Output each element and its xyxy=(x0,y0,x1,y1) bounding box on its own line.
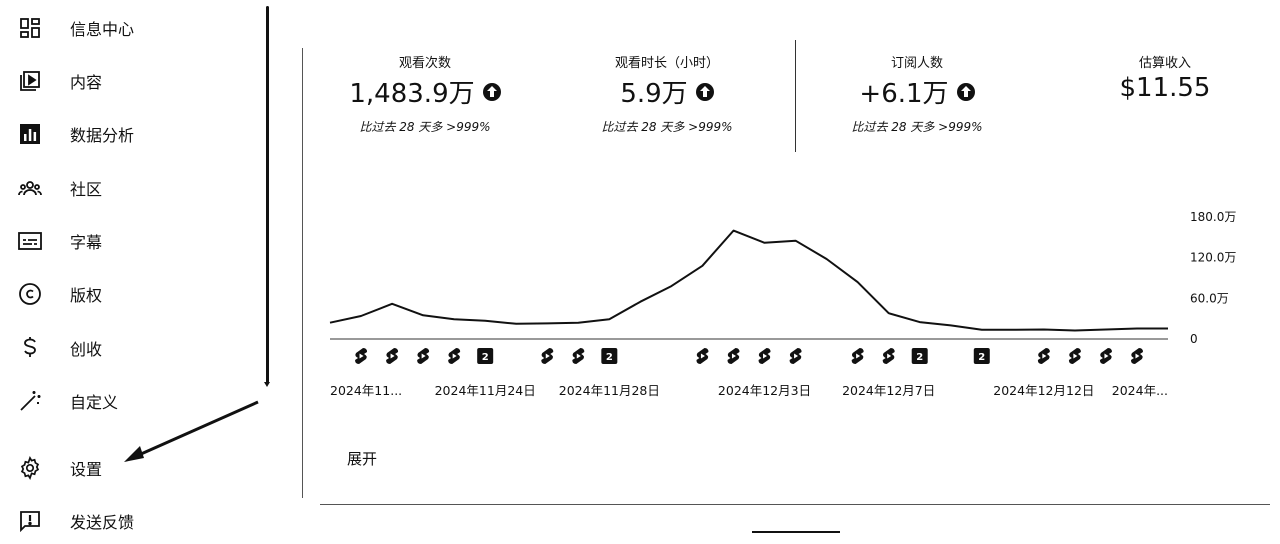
multi-video-icon: 2 xyxy=(911,348,928,364)
views-line-chart[interactable]: 180.0万 120.0万 60.0万 0 2 2 2 2 2024年11... 2024年11月… xyxy=(318,200,1258,410)
annotation-arrow xyxy=(124,400,259,462)
dashboard-icon xyxy=(18,16,42,40)
sidebar-item-label: 设置 xyxy=(70,460,103,479)
multi-video-icon: 2 xyxy=(477,348,494,364)
x-tick-label: 2024年11... xyxy=(330,383,402,398)
shorts-icon xyxy=(448,348,461,364)
sidebar-item-label: 版权 xyxy=(70,286,103,305)
main-panel-border xyxy=(302,48,303,498)
y-tick-label: 0 xyxy=(1190,332,1198,346)
magic-wand-icon xyxy=(18,389,42,413)
sidebar-item-earn[interactable]: 创收 xyxy=(0,328,255,368)
stat-divider xyxy=(795,40,796,152)
stat-comparison: 比过去 28 天多 >999% xyxy=(601,120,733,134)
sidebar-item-label: 创收 xyxy=(70,340,103,359)
shorts-icon xyxy=(758,348,771,364)
y-tick-label: 60.0万 xyxy=(1190,291,1229,305)
shorts-icon xyxy=(572,348,585,364)
y-tick-label: 180.0万 xyxy=(1190,210,1236,224)
sidebar-item-label: 自定义 xyxy=(70,393,119,412)
shorts-icon xyxy=(541,348,554,364)
sidebar-item-copyright[interactable]: 版权 xyxy=(0,274,255,314)
shorts-icon xyxy=(386,348,399,364)
shorts-icon xyxy=(1037,348,1050,364)
bottom-divider xyxy=(320,504,1270,505)
x-tick-label: 2024年12月3日 xyxy=(718,383,811,398)
stat-subscribers[interactable]: 订阅人数 +6.1万 比过去 28 天多 >999% xyxy=(822,52,1012,135)
stat-comparison: 比过去 28 天多 >999% xyxy=(359,120,491,134)
stat-title: 观看次数 xyxy=(398,56,451,71)
shorts-icon xyxy=(882,348,895,364)
svg-text:2: 2 xyxy=(606,352,613,363)
sidebar-item-label: 内容 xyxy=(70,73,103,92)
active-tab-indicator xyxy=(752,531,840,533)
x-tick-label: 2024年11月24日 xyxy=(435,383,536,398)
svg-text:2: 2 xyxy=(916,352,923,363)
sidebar-scrollbar[interactable] xyxy=(264,6,270,387)
views-series-line xyxy=(329,229,1168,332)
stat-value: 5.9万 xyxy=(620,79,688,109)
stat-views[interactable]: 观看次数 1,483.9万 比过去 28 天多 >999% xyxy=(330,52,520,135)
x-tick-label: 2024年12月12日 xyxy=(993,383,1094,398)
x-tick-label: 2024年11月28日 xyxy=(559,383,660,398)
sidebar-item-label: 信息中心 xyxy=(70,20,135,39)
stat-value: $11.55 xyxy=(1119,73,1211,103)
stat-title: 订阅人数 xyxy=(890,56,943,71)
multi-video-icon: 2 xyxy=(601,348,618,364)
expand-button[interactable]: 展开 xyxy=(347,448,377,469)
arrow-up-icon xyxy=(482,82,501,101)
video-library-icon xyxy=(18,69,42,93)
x-tick-label: 2024年12月7日 xyxy=(842,383,935,398)
shorts-icon xyxy=(696,348,709,364)
stat-revenue[interactable]: 估算收入 $11.55 xyxy=(1070,52,1260,103)
sidebar-item-subtitles[interactable]: 字幕 xyxy=(0,221,255,261)
sidebar-item-label: 字幕 xyxy=(70,233,103,252)
sidebar-item-content[interactable]: 内容 xyxy=(0,61,255,101)
shorts-icon xyxy=(851,348,864,364)
gear-icon xyxy=(18,456,42,480)
shorts-icon xyxy=(1068,348,1081,364)
shorts-icon xyxy=(1099,348,1112,364)
sidebar-item-label: 发送反馈 xyxy=(70,513,135,532)
sidebar-item-label: 社区 xyxy=(70,180,103,199)
multi-video-icon: 2 xyxy=(973,348,990,364)
stat-value: 1,483.9万 xyxy=(349,79,475,109)
shorts-icon xyxy=(417,348,430,364)
sidebar-item-analytics[interactable]: 数据分析 xyxy=(0,114,255,154)
arrow-up-icon xyxy=(695,82,714,101)
dollar-icon xyxy=(18,336,42,360)
analytics-icon xyxy=(18,122,42,146)
stat-value: +6.1万 xyxy=(859,79,949,109)
svg-text:2: 2 xyxy=(482,352,489,363)
shorts-icon xyxy=(727,348,740,364)
stat-watch-time[interactable]: 观看时长（小时） 5.9万 比过去 28 天多 >999% xyxy=(572,52,762,135)
sidebar: 信息中心 内容 数据分析 社区 字幕 版权 创收 自定义 设置 发送反馈 xyxy=(0,0,262,544)
sidebar-item-community[interactable]: 社区 xyxy=(0,168,255,208)
y-tick-label: 120.0万 xyxy=(1190,251,1236,265)
shorts-icon xyxy=(355,348,368,364)
shorts-icon xyxy=(789,348,802,364)
feedback-icon xyxy=(18,509,42,533)
sidebar-item-dashboard[interactable]: 信息中心 xyxy=(0,8,255,48)
stat-comparison: 比过去 28 天多 >999% xyxy=(851,120,983,134)
community-icon xyxy=(18,176,42,200)
copyright-icon xyxy=(18,282,42,306)
svg-text:2: 2 xyxy=(978,352,985,363)
stat-title: 估算收入 xyxy=(1138,56,1191,71)
arrow-up-icon xyxy=(956,82,975,101)
sidebar-item-feedback[interactable]: 发送反馈 xyxy=(0,501,255,541)
shorts-icon xyxy=(1130,348,1143,364)
sidebar-item-label: 数据分析 xyxy=(70,126,135,145)
x-tick-label: 2024年... xyxy=(1112,383,1168,398)
stat-title: 观看时长（小时） xyxy=(614,56,719,71)
subtitles-icon xyxy=(18,229,42,253)
